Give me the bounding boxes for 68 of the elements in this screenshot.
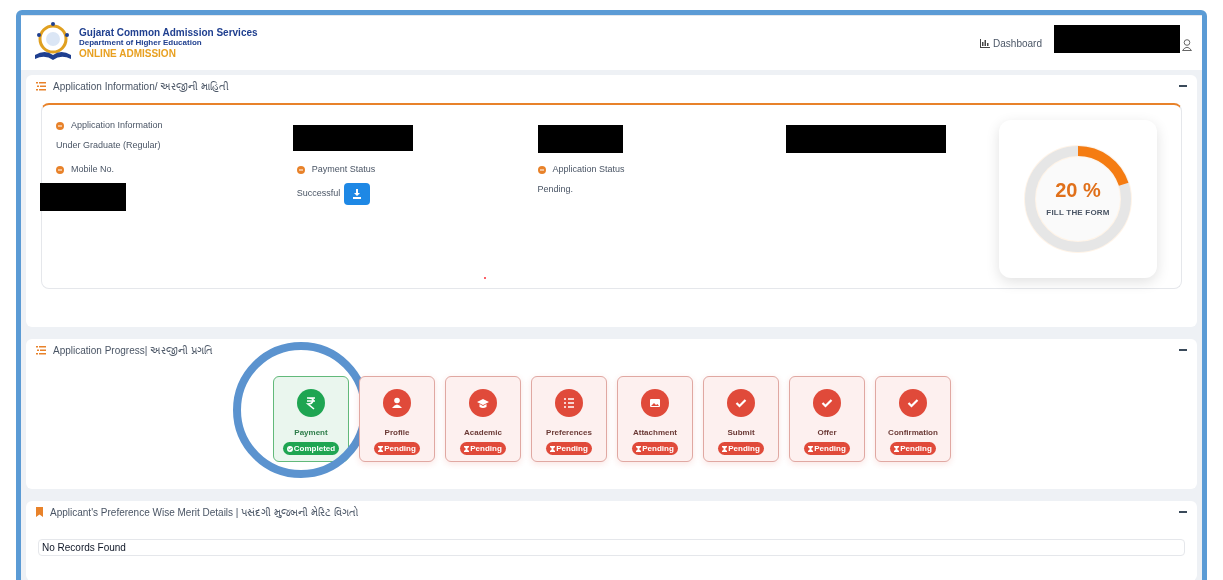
step-name: Academic — [464, 427, 502, 439]
list-icon — [555, 389, 583, 417]
field-value: Pending. — [537, 182, 574, 196]
step-name: Preferences — [546, 427, 592, 439]
user-icon[interactable] — [1182, 39, 1192, 51]
hourglass-icon — [636, 445, 642, 452]
progress-step-card[interactable]: Profile Pending — [359, 376, 435, 462]
dashboard-link[interactable]: Dashboard — [980, 35, 1042, 51]
status-badge: Pending — [632, 442, 678, 455]
status-badge: Pending — [546, 442, 592, 455]
empty-message: No Records Found — [42, 541, 126, 555]
list-icon — [36, 345, 46, 355]
info-dot-icon — [537, 165, 546, 174]
check-icon — [813, 389, 841, 417]
section-title: Application Progress| અરજીની પ્રગતિ — [53, 343, 214, 358]
progress-step-card[interactable]: Offer Pending — [789, 376, 865, 462]
image-icon — [641, 389, 669, 417]
status-badge: Pending — [890, 442, 936, 455]
site-title: Gujarat Common Admission Services — [79, 27, 258, 38]
hourglass-icon — [894, 445, 900, 452]
progress-caption: FILL THE FORM — [1046, 206, 1110, 219]
hourglass-icon — [550, 445, 556, 452]
field-label: Mobile No. — [71, 163, 115, 176]
step-name: Submit — [727, 427, 755, 439]
field-label: Application Information — [71, 119, 163, 132]
check-circle-icon — [286, 445, 293, 452]
field-label: Payment Status — [311, 163, 376, 176]
list-icon — [36, 81, 46, 91]
status-badge: Pending — [374, 442, 420, 455]
field-label: Application Status — [552, 163, 625, 176]
info-dot-icon — [56, 165, 64, 174]
status-badge: Pending — [718, 442, 764, 455]
check-icon — [899, 389, 927, 417]
graduation-cap-icon — [469, 389, 497, 417]
rupee-icon — [297, 389, 325, 417]
check-icon — [727, 389, 755, 417]
user-icon — [383, 389, 411, 417]
section-title: Application Information/ અરજીની માહિતી — [53, 79, 231, 94]
bookmark-icon — [36, 507, 43, 517]
status-badge: Completed — [282, 442, 340, 455]
step-name: Confirmation — [888, 427, 938, 439]
info-dot-icon — [296, 165, 305, 174]
info-dot-icon — [56, 121, 64, 130]
status-badge: Pending — [460, 442, 506, 455]
progress-step-card[interactable]: Academic Pending — [445, 376, 521, 462]
field-value: Under Graduate (Regular) — [56, 138, 161, 152]
progress-step-card[interactable]: Attachment Pending — [617, 376, 693, 462]
progress-step-card[interactable]: Submit Pending — [703, 376, 779, 462]
site-subtitle: Department of Higher Education — [79, 38, 203, 47]
progress-step-card[interactable]: Confirmation Pending — [875, 376, 951, 462]
field-value: Successful — [296, 186, 341, 200]
bar-chart-icon — [980, 38, 991, 48]
hourglass-icon — [808, 445, 814, 452]
download-button[interactable] — [344, 182, 371, 205]
progress-step-card[interactable]: Preferences Pending — [531, 376, 607, 462]
section-title: Applicant's Preference Wise Merit Details | પસંદગી મુજબની મેરિટ વિગતો — [50, 505, 360, 520]
status-badge: Pending — [804, 442, 850, 455]
hourglass-icon — [464, 445, 470, 452]
step-name: Offer — [817, 427, 837, 439]
site-product: ONLINE ADMISSION — [79, 48, 177, 59]
hourglass-icon — [378, 445, 384, 452]
progress-percent: 20 % — [1055, 179, 1101, 200]
step-name: Payment — [294, 427, 328, 439]
step-name: Profile — [384, 427, 410, 439]
hourglass-icon — [722, 445, 728, 452]
step-name: Attachment — [633, 427, 677, 439]
progress-step-card[interactable]: Payment Completed — [273, 376, 349, 462]
download-icon — [352, 188, 363, 199]
